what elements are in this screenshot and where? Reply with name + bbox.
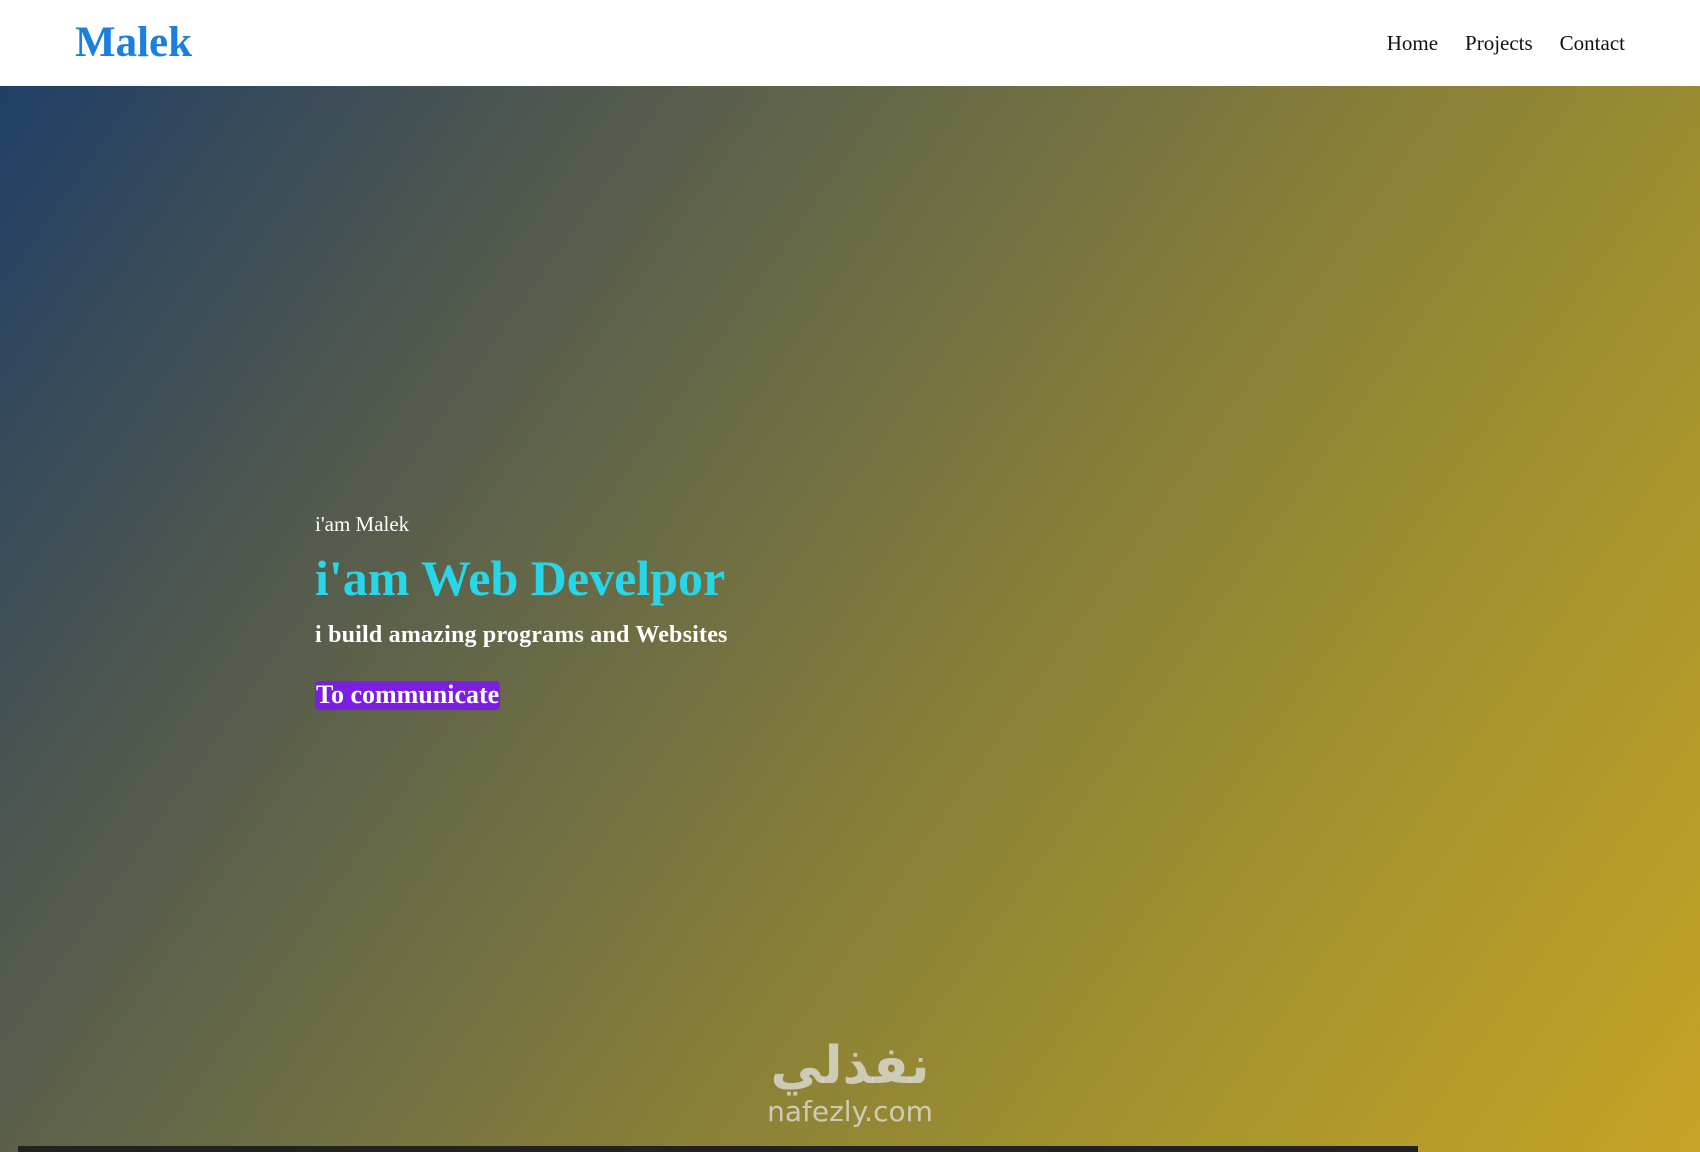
hero-content: i'am Malek i'am Web Develpor i build ama…	[315, 514, 728, 710]
horizontal-scrollbar[interactable]	[18, 1146, 1418, 1152]
site-logo[interactable]: Malek	[75, 21, 192, 64]
communicate-button[interactable]: To communicate	[315, 681, 501, 710]
watermark-latin: nafezly.com	[767, 1095, 933, 1128]
nav-link-home[interactable]: Home	[1387, 32, 1438, 54]
hero-section: i'am Malek i'am Web Develpor i build ama…	[0, 86, 1700, 1152]
hero-intro: i'am Malek	[315, 512, 410, 536]
main-nav: Home Projects Contact	[1387, 32, 1625, 54]
hero-headline: i'am Web Develpor	[315, 550, 726, 606]
site-header: Malek Home Projects Contact	[0, 0, 1700, 86]
watermark-arabic: نفذلي	[770, 1036, 930, 1096]
hero-tagline: i build amazing programs and Websites	[315, 622, 728, 648]
watermark-logo: نفذلي nafezly.com	[740, 1040, 960, 1126]
nav-link-projects[interactable]: Projects	[1465, 32, 1533, 54]
nav-link-contact[interactable]: Contact	[1560, 32, 1625, 54]
